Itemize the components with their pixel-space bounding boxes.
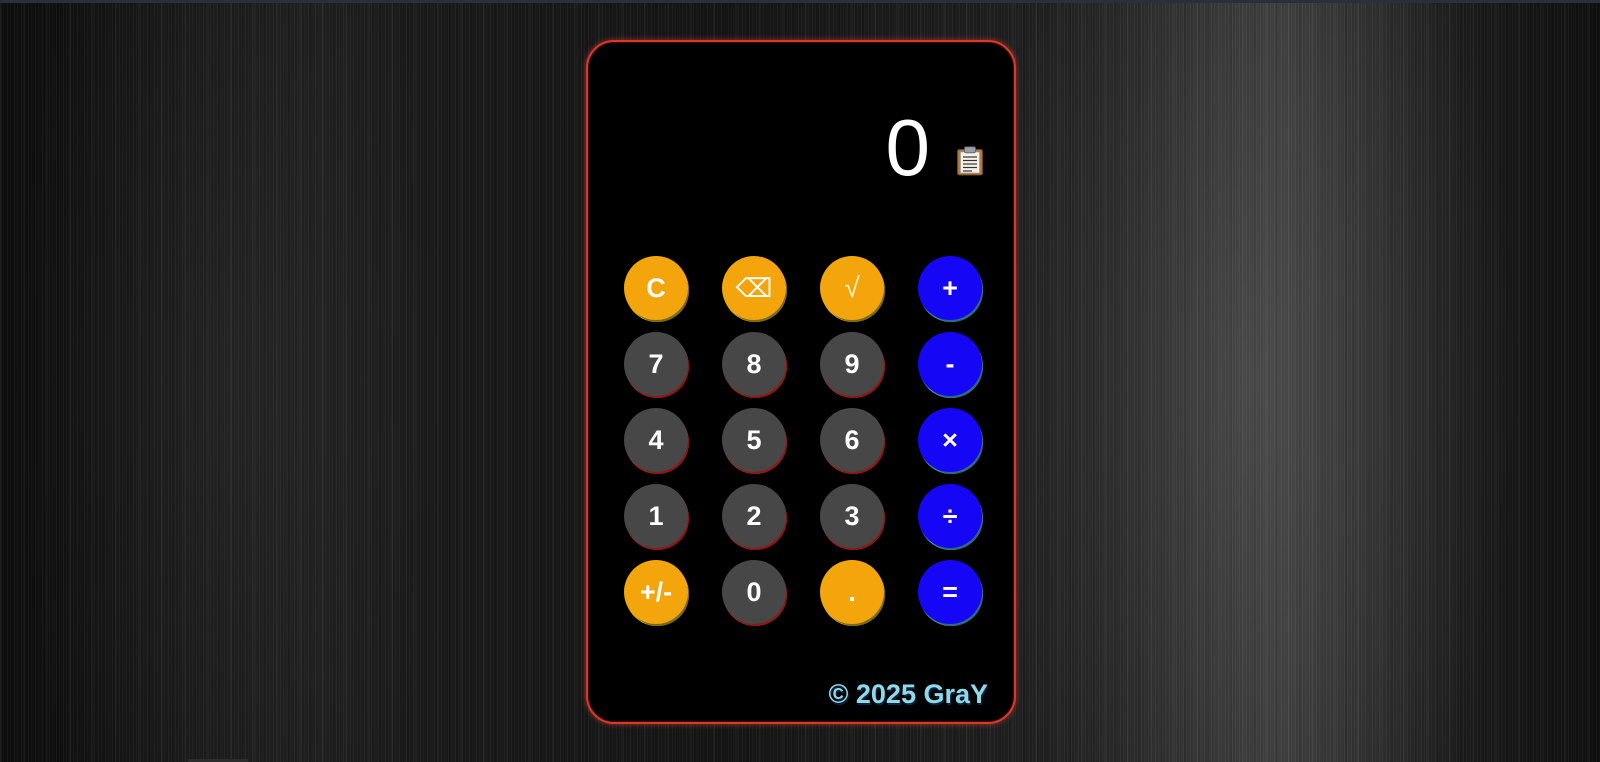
divide-button[interactable]: ÷ bbox=[918, 484, 982, 548]
digit-6-button[interactable]: 6 bbox=[820, 408, 884, 472]
digit-5-button[interactable]: 5 bbox=[722, 408, 786, 472]
square-root-button[interactable]: √ bbox=[820, 256, 884, 320]
digit-4-label: 4 bbox=[648, 424, 664, 455]
window-top-edge bbox=[0, 0, 1600, 3]
calculator: 0 C ⌫ √ + 7 8 9 - 4 5 6 × 1 2 3 ÷ +/- 0 … bbox=[586, 40, 1016, 724]
digit-6-label: 6 bbox=[844, 424, 860, 455]
negate-button[interactable]: +/- bbox=[624, 560, 688, 624]
digit-8-button[interactable]: 8 bbox=[722, 332, 786, 396]
copyright-footer: © 2025 GraY bbox=[828, 679, 989, 709]
decimal-button[interactable]: . bbox=[820, 560, 884, 624]
clear-button[interactable]: C bbox=[624, 256, 688, 320]
digit-0-label: 0 bbox=[746, 576, 762, 607]
digit-9-button[interactable]: 9 bbox=[820, 332, 884, 396]
display: 0 bbox=[588, 42, 1014, 242]
digit-4-button[interactable]: 4 bbox=[624, 408, 688, 472]
digit-9-label: 9 bbox=[844, 348, 860, 379]
digit-2-button[interactable]: 2 bbox=[722, 484, 786, 548]
clipboard-icon[interactable] bbox=[956, 146, 984, 176]
digit-7-label: 7 bbox=[648, 348, 664, 379]
digit-7-button[interactable]: 7 bbox=[624, 332, 688, 396]
digit-1-label: 1 bbox=[648, 500, 664, 531]
backspace-button[interactable]: ⌫ bbox=[722, 256, 786, 320]
digit-8-label: 8 bbox=[746, 348, 762, 379]
subtract-button-label: - bbox=[945, 348, 955, 379]
digit-3-label: 3 bbox=[844, 500, 860, 531]
equals-button[interactable]: = bbox=[918, 560, 982, 624]
digit-0-button[interactable]: 0 bbox=[722, 560, 786, 624]
subtract-button[interactable]: - bbox=[918, 332, 982, 396]
digit-3-button[interactable]: 3 bbox=[820, 484, 884, 548]
digit-5-label: 5 bbox=[746, 424, 762, 455]
clear-button-label: C bbox=[646, 272, 666, 303]
multiply-button-label: × bbox=[942, 424, 958, 455]
decimal-button-label: . bbox=[848, 576, 856, 607]
add-button-label: + bbox=[942, 272, 958, 303]
divide-button-label: ÷ bbox=[942, 500, 958, 531]
digit-1-button[interactable]: 1 bbox=[624, 484, 688, 548]
digit-2-label: 2 bbox=[746, 500, 762, 531]
keypad: C ⌫ √ + 7 8 9 - 4 5 6 × 1 2 3 ÷ +/- 0 . … bbox=[624, 256, 982, 624]
negate-button-label: +/- bbox=[639, 576, 673, 607]
equals-button-label: = bbox=[942, 576, 958, 607]
square-root-label: √ bbox=[844, 272, 860, 303]
add-button[interactable]: + bbox=[918, 256, 982, 320]
backspace-icon: ⌫ bbox=[735, 273, 773, 303]
display-value: 0 bbox=[885, 103, 931, 192]
multiply-button[interactable]: × bbox=[918, 408, 982, 472]
